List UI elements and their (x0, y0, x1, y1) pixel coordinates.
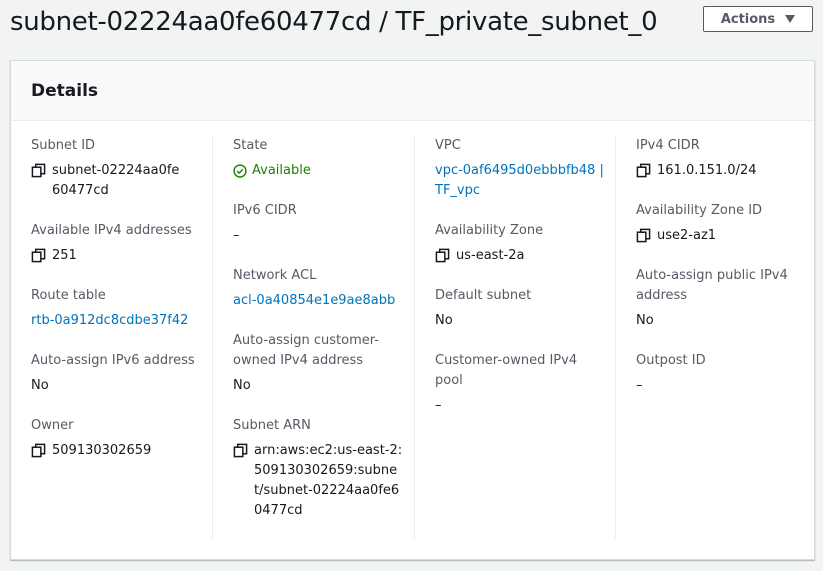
field-az-id: Availability Zone ID use2-az1 (636, 201, 806, 246)
field-auto-ipv6: Auto-assign IPv6 address No (31, 351, 204, 396)
field-label: Network ACL (233, 268, 317, 283)
field-label: Auto-assign public IPv4 address (636, 268, 788, 303)
field-label: Subnet ARN (233, 418, 311, 433)
owner-value: 509130302659 (52, 443, 152, 458)
network-acl-link[interactable]: acl-0a40854e1e9ae8abb (233, 291, 406, 311)
field-default-subnet: Default subnet No (435, 286, 607, 331)
details-column-3: VPC vpc-0af6495d0ebbbfb48 | TF_vpc Avail… (414, 136, 615, 539)
subnet-id-value: subnet-02224aa0fe60477cd (52, 163, 180, 198)
caret-down-icon (785, 15, 796, 23)
field-label: IPv4 CIDR (636, 138, 700, 153)
auto-public-ipv4-value: No (636, 313, 654, 328)
field-label: Subnet ID (31, 138, 96, 153)
customer-ipv4-pool-value: – (435, 398, 442, 413)
field-auto-customer-ipv4: Auto-assign customer-owned IPv4 address … (233, 331, 406, 396)
field-label: Auto-assign IPv6 address (31, 353, 195, 368)
panel-title: Details (31, 80, 99, 101)
copy-icon[interactable] (435, 248, 450, 263)
availability-zone-value: us-east-2a (456, 248, 525, 263)
auto-ipv6-value: No (31, 378, 49, 393)
field-ipv4-cidr: IPv4 CIDR 161.0.151.0/24 (636, 136, 806, 181)
field-label: Available IPv4 addresses (31, 223, 192, 238)
field-network-acl: Network ACL acl-0a40854e1e9ae8abb (233, 266, 406, 311)
field-ipv6-cidr: IPv6 CIDR – (233, 201, 406, 246)
details-column-4: IPv4 CIDR 161.0.151.0/24 Availability Zo… (615, 136, 814, 539)
field-customer-ipv4-pool: Customer-owned IPv4 pool – (435, 351, 607, 416)
field-label: IPv6 CIDR (233, 203, 297, 218)
field-auto-public-ipv4: Auto-assign public IPv4 address No (636, 266, 806, 331)
field-subnet-arn: Subnet ARN arn:aws:ec2:us-east-2:5091303… (233, 416, 406, 521)
field-vpc: VPC vpc-0af6495d0ebbbfb48 | TF_vpc (435, 136, 607, 201)
field-state: State Available (233, 136, 406, 181)
field-label: VPC (435, 138, 461, 153)
copy-icon[interactable] (636, 228, 651, 243)
field-label: Customer-owned IPv4 pool (435, 353, 578, 388)
state-value: Available (252, 163, 311, 178)
copy-icon[interactable] (31, 163, 46, 178)
page-title: subnet-02224aa0fe60477cd / TF_private_su… (10, 7, 658, 37)
details-panel: Details Subnet ID subnet-02224aa0fe60477… (10, 60, 815, 560)
field-label: Default subnet (435, 288, 532, 303)
field-label: Owner (31, 418, 74, 433)
field-owner: Owner 509130302659 (31, 416, 204, 461)
field-subnet-id: Subnet ID subnet-02224aa0fe60477cd (31, 136, 204, 201)
copy-icon[interactable] (31, 443, 46, 458)
available-ipv4-value: 251 (52, 248, 77, 263)
route-table-link[interactable]: rtb-0a912dc8cdbe37f42 (31, 311, 204, 331)
field-label: Availability Zone (435, 223, 544, 238)
az-id-value: use2-az1 (657, 228, 717, 243)
default-subnet-value: No (435, 313, 453, 328)
details-column-2: State Available IPv6 CIDR – Network ACL … (212, 136, 414, 539)
copy-icon[interactable] (31, 248, 46, 263)
details-columns: Subnet ID subnet-02224aa0fe60477cd Avail… (11, 121, 814, 559)
outpost-id-value: – (636, 378, 643, 393)
check-circle-icon (233, 164, 247, 178)
field-label: Outpost ID (636, 353, 706, 368)
field-label: Auto-assign customer-owned IPv4 address (233, 333, 379, 368)
field-label: State (233, 138, 268, 153)
details-column-1: Subnet ID subnet-02224aa0fe60477cd Avail… (11, 136, 212, 539)
panel-header: Details (11, 61, 814, 121)
field-label: Route table (31, 288, 106, 303)
field-available-ipv4: Available IPv4 addresses 251 (31, 221, 204, 266)
vpc-link[interactable]: vpc-0af6495d0ebbbfb48 | TF_vpc (435, 161, 607, 201)
field-route-table: Route table rtb-0a912dc8cdbe37f42 (31, 286, 204, 331)
copy-icon[interactable] (233, 443, 248, 458)
ipv4-cidr-value: 161.0.151.0/24 (657, 163, 757, 178)
copy-icon[interactable] (636, 163, 651, 178)
field-outpost-id: Outpost ID – (636, 351, 806, 396)
subnet-arn-value: arn:aws:ec2:us-east-2:509130302659:subne… (254, 443, 403, 518)
actions-button[interactable]: Actions (703, 6, 813, 32)
actions-button-label: Actions (720, 11, 776, 27)
ipv6-cidr-value: – (233, 228, 240, 243)
field-label: Availability Zone ID (636, 203, 763, 218)
field-availability-zone: Availability Zone us-east-2a (435, 221, 607, 266)
auto-customer-ipv4-value: No (233, 378, 251, 393)
